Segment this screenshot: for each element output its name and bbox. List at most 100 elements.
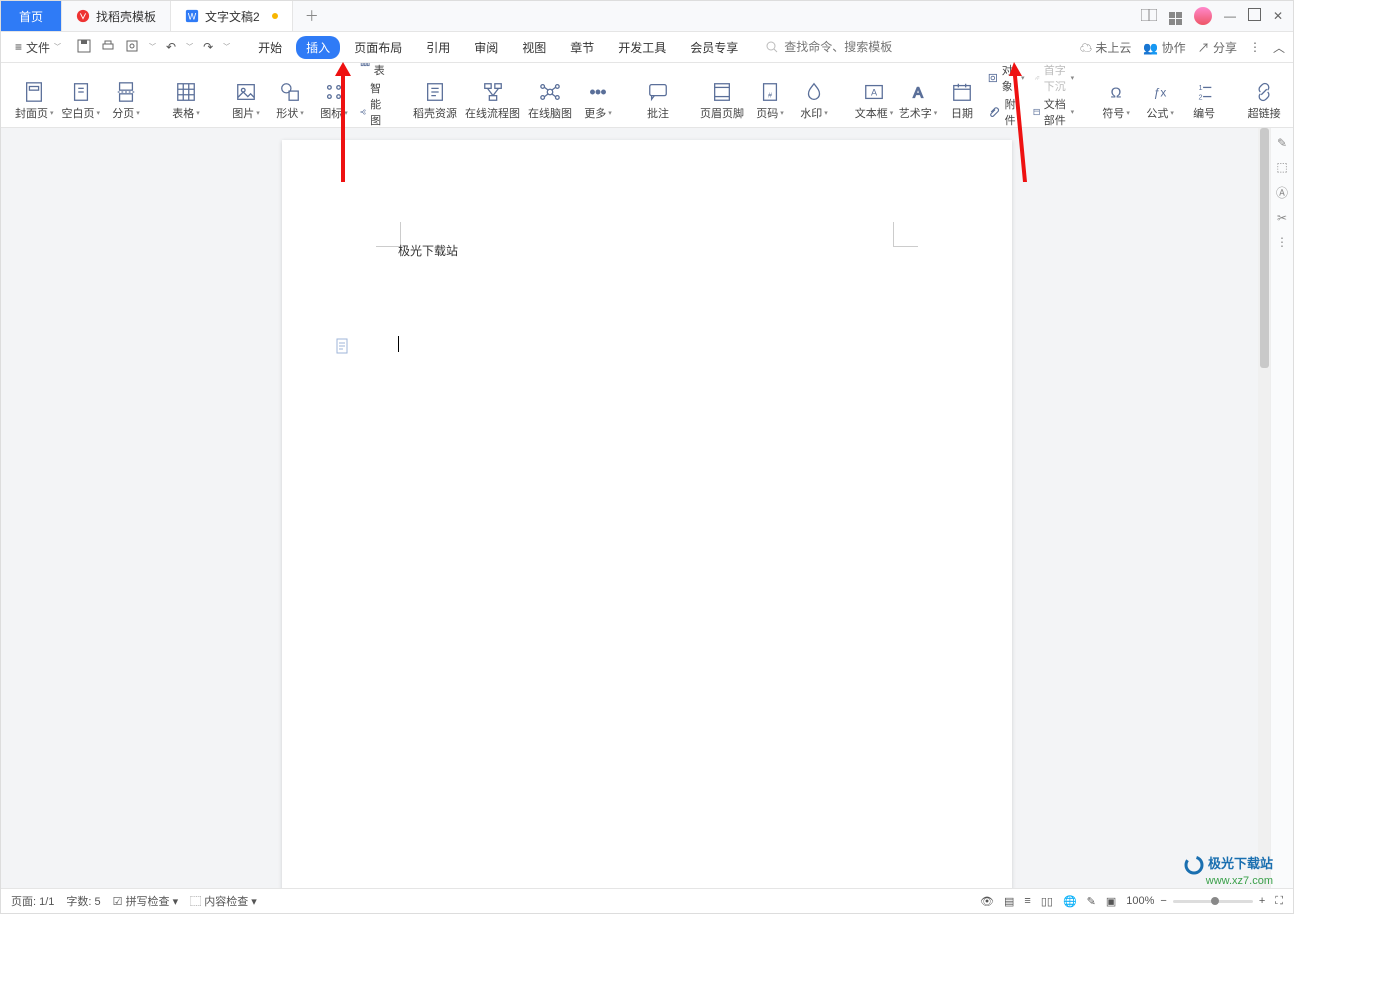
word-doc-icon: W xyxy=(185,9,199,23)
symbol-button[interactable]: Ω符号▾ xyxy=(1094,69,1138,121)
dropcap-button[interactable]: A首字下沉▾ xyxy=(1033,63,1075,94)
header-footer-button[interactable]: 页眉页脚 xyxy=(696,69,748,121)
comment-button[interactable]: 批注 xyxy=(636,69,680,121)
tab-start[interactable]: 开始 xyxy=(248,36,292,59)
status-contentcheck[interactable]: ⬚ 内容检查 ▾ xyxy=(190,893,257,909)
docer-icon xyxy=(76,9,90,23)
svg-text:1: 1 xyxy=(1199,83,1203,92)
save-icon[interactable] xyxy=(77,39,91,56)
page-thumb-icon[interactable] xyxy=(336,338,350,354)
tab-references[interactable]: 引用 xyxy=(416,36,460,59)
user-avatar[interactable] xyxy=(1194,7,1212,25)
side-pencil-icon[interactable]: ✎ xyxy=(1277,136,1287,150)
ribbon-tabs: 开始 插入 页面布局 引用 审阅 视图 章节 开发工具 会员专享 xyxy=(248,36,748,59)
redo-icon[interactable]: ↷ xyxy=(203,40,213,54)
tab-bar: 首页 找稻壳模板 W 文字文稿2 ＋ — ✕ xyxy=(1,1,1293,32)
svg-text:#: # xyxy=(768,91,773,100)
close-button[interactable]: ✕ xyxy=(1273,9,1283,23)
page-number-button[interactable]: #页码▾ xyxy=(748,69,792,121)
side-toolbar: ✎ ⬚ Ⓐ ✂ ⋮ xyxy=(1270,128,1293,888)
tab-developer[interactable]: 开发工具 xyxy=(608,36,676,59)
maximize-button[interactable] xyxy=(1248,8,1261,24)
docparts-button[interactable]: 文档部件▾ xyxy=(1033,96,1075,128)
undo-icon[interactable]: ↶ xyxy=(166,40,176,54)
mindmap-button[interactable]: 在线脑图 xyxy=(524,69,576,121)
file-menu[interactable]: ≡ 文件 ﹀ xyxy=(9,37,67,58)
watermark-button[interactable]: 水印▾ xyxy=(792,69,836,121)
svg-text:A: A xyxy=(913,86,923,102)
tab-document[interactable]: W 文字文稿2 xyxy=(171,1,293,31)
tab-sections[interactable]: 章节 xyxy=(560,36,604,59)
docer-resource-button[interactable]: 稻壳资源 xyxy=(409,69,461,121)
smartart-button[interactable]: 智能图形 xyxy=(360,80,389,128)
flowchart-button[interactable]: 在线流程图 xyxy=(461,69,524,121)
side-more-icon[interactable]: ⋮ xyxy=(1276,235,1288,249)
textbox-button[interactable]: A文本框▾ xyxy=(852,69,896,121)
status-page[interactable]: 页面: 1/1 xyxy=(11,893,54,909)
print-preview-icon[interactable] xyxy=(125,39,139,56)
tab-home[interactable]: 首页 xyxy=(1,1,62,31)
more-button[interactable]: 更多▾ xyxy=(576,69,620,121)
view-eye-icon[interactable]: 👁 xyxy=(980,895,994,908)
unsaved-dot-icon xyxy=(272,13,278,19)
wordart-button[interactable]: A艺术字▾ xyxy=(896,69,940,121)
date-button[interactable]: 日期 xyxy=(940,69,984,121)
equation-button[interactable]: ƒx公式▾ xyxy=(1138,69,1182,121)
view-pen-icon[interactable]: ✎ xyxy=(1087,895,1096,908)
view-page-icon[interactable]: ▯▯ xyxy=(1041,895,1053,908)
tab-review[interactable]: 审阅 xyxy=(464,36,508,59)
fullscreen-icon[interactable]: ⛶ xyxy=(1275,895,1283,908)
command-search-input[interactable] xyxy=(782,39,906,55)
page: 极光下载站 xyxy=(282,140,1012,888)
tab-insert[interactable]: 插入 xyxy=(296,36,340,59)
svg-text:A: A xyxy=(871,88,878,98)
chart-button[interactable]: 图表 xyxy=(360,63,389,78)
app-grid-icon[interactable] xyxy=(1169,7,1182,25)
status-words[interactable]: 字数: 5 xyxy=(66,893,100,909)
layout-toggle-icon[interactable] xyxy=(1141,9,1157,24)
minimize-button[interactable]: — xyxy=(1224,9,1236,23)
page-break-button[interactable]: 分页▾ xyxy=(104,69,148,121)
collapse-ribbon-icon[interactable]: ︿ xyxy=(1273,39,1285,56)
shape-button[interactable]: 形状▾ xyxy=(268,69,312,121)
header-text: 极光下载站 xyxy=(398,242,458,259)
cloud-button[interactable]: ☁ 未上云 xyxy=(1080,39,1131,56)
status-bar: 页面: 1/1 字数: 5 ☑ 拼写检查 ▾ ⬚ 内容检查 ▾ 👁 ▤ ≡ ▯▯… xyxy=(1,888,1293,913)
status-spellcheck[interactable]: ☑ 拼写检查 ▾ xyxy=(113,893,179,909)
qat-more-icon[interactable]: ﹀ xyxy=(149,42,156,52)
side-select-icon[interactable]: ⬚ xyxy=(1276,160,1287,174)
table-button[interactable]: 表格▾ xyxy=(164,69,208,121)
view-read-icon[interactable]: ▤ xyxy=(1004,895,1014,908)
blank-page-button[interactable]: 空白页▾ xyxy=(58,69,105,121)
print-icon[interactable] xyxy=(101,39,115,56)
ribbon-insert: 封面页▾ 空白页▾ 分页▾ 表格▾ 图片▾ 形状▾ 图标▾ 图表 智能图形 稻壳… xyxy=(1,63,1293,128)
collab-button[interactable]: 👥 协作 xyxy=(1143,39,1185,56)
picture-button[interactable]: 图片▾ xyxy=(224,69,268,121)
add-tab-button[interactable]: ＋ xyxy=(293,6,331,26)
margin-corner-tr-icon xyxy=(893,222,918,247)
object-button[interactable]: 对象▾ xyxy=(988,63,1025,94)
side-style-icon[interactable]: Ⓐ xyxy=(1276,184,1288,201)
hyperlink-button[interactable]: 超链接 xyxy=(1242,69,1286,121)
numbering-button[interactable]: 12编号 xyxy=(1182,69,1226,121)
view-outline-icon[interactable]: ≡ xyxy=(1024,895,1030,907)
menu-bar: ≡ 文件 ﹀ ﹀ ↶﹀ ↷﹀ 开始 插入 页面布局 引用 审阅 视图 章节 开发… xyxy=(1,32,1293,63)
share-button[interactable]: ↗ 分享 xyxy=(1198,39,1237,56)
svg-text:W: W xyxy=(188,12,197,22)
document-canvas[interactable]: 极光下载站 ✎ ⬚ Ⓐ ✂ ⋮ xyxy=(1,128,1293,888)
command-search[interactable] xyxy=(766,39,906,55)
more-menu-icon[interactable]: ⋮ xyxy=(1249,40,1261,54)
tab-templates[interactable]: 找稻壳模板 xyxy=(62,1,171,31)
text-cursor xyxy=(398,336,399,352)
cover-page-button[interactable]: 封面页▾ xyxy=(11,69,58,121)
side-clip-icon[interactable]: ✂ xyxy=(1277,211,1287,225)
attachment-button[interactable]: 附件 xyxy=(988,96,1025,128)
zoom-fit-icon[interactable]: ▣ xyxy=(1106,895,1116,908)
view-web-icon[interactable]: 🌐 xyxy=(1063,895,1077,908)
tab-member[interactable]: 会员专享 xyxy=(680,36,748,59)
tab-view[interactable]: 视图 xyxy=(512,36,556,59)
search-icon xyxy=(766,41,778,53)
zoom-control[interactable]: 100% −+ xyxy=(1126,895,1265,907)
icon-button[interactable]: 图标▾ xyxy=(312,69,356,121)
tab-layout[interactable]: 页面布局 xyxy=(344,36,412,59)
